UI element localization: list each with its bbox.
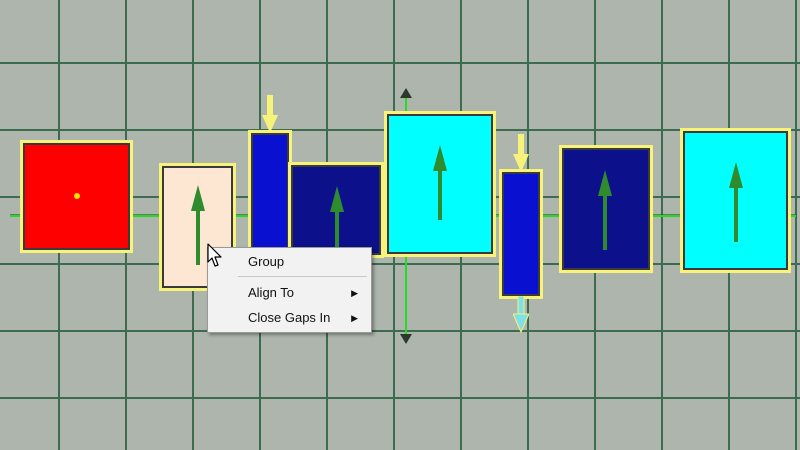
blue-tall-rect-2[interactable]: [499, 169, 543, 299]
up-arrow-icon: [433, 145, 447, 220]
mouse-pointer-icon: [207, 243, 222, 267]
up-arrow-icon: [191, 185, 205, 265]
menu-item-close-gaps-in[interactable]: Close Gaps In ▶: [209, 307, 370, 329]
center-point-icon: [74, 193, 80, 199]
up-arrow-icon: [330, 186, 344, 256]
menu-separator: [238, 276, 367, 277]
up-arrow-icon: [598, 170, 612, 250]
design-canvas[interactable]: Group Align To ▶ Close Gaps In ▶: [0, 0, 800, 450]
guide-bottom-end-icon: [400, 334, 412, 344]
yellow-down-arrow-icon[interactable]: [262, 95, 278, 133]
guide-top-end-icon: [400, 88, 412, 98]
submenu-arrow-icon: ▶: [351, 313, 358, 323]
menu-item-align-to[interactable]: Align To ▶: [209, 282, 370, 304]
submenu-arrow-icon: ▶: [351, 288, 358, 298]
up-arrow-icon: [729, 162, 743, 242]
menu-item-label: Align To: [248, 285, 295, 300]
context-menu: Group Align To ▶ Close Gaps In ▶: [207, 247, 372, 333]
menu-item-label: Close Gaps In: [248, 310, 331, 325]
menu-item-group[interactable]: Group: [209, 251, 370, 273]
yellow-down-arrow-icon[interactable]: [513, 134, 529, 172]
blue-tall-rect-1[interactable]: [248, 130, 292, 254]
cyan-down-arrow-icon[interactable]: [513, 296, 529, 334]
menu-item-label: Group: [248, 254, 285, 269]
